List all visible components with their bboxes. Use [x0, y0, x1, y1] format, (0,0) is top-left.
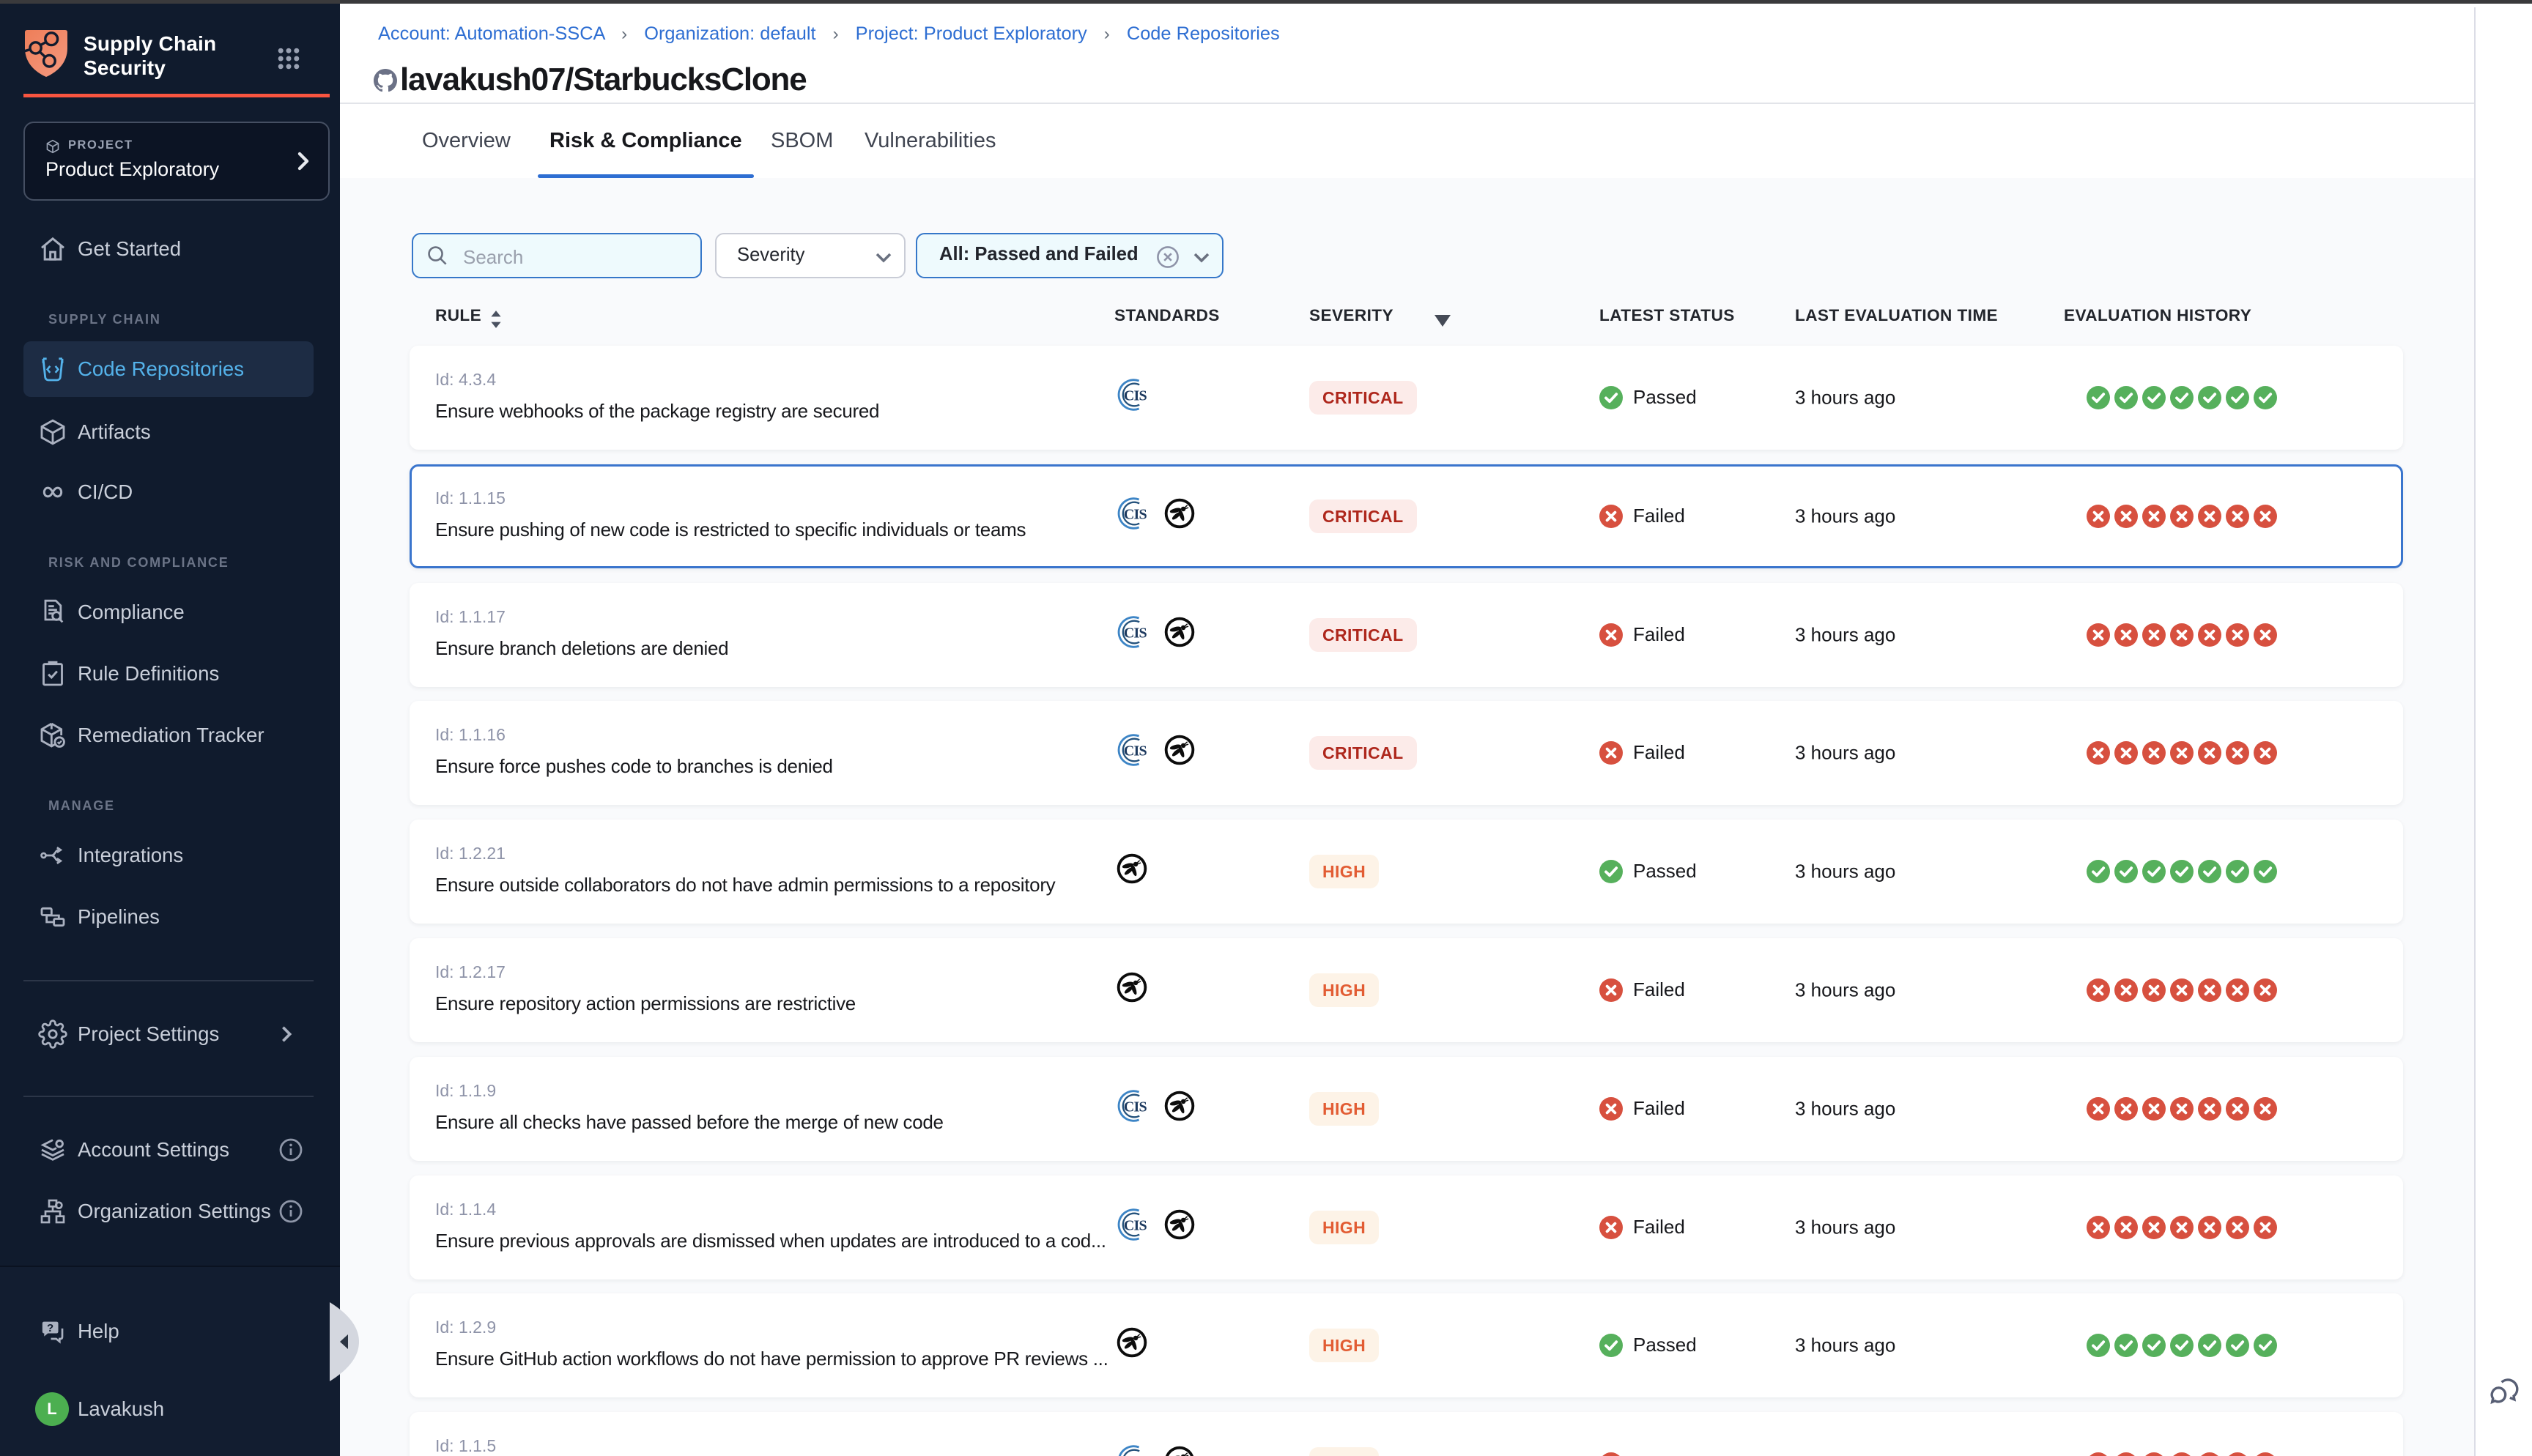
- svg-text:?: ?: [47, 1322, 53, 1334]
